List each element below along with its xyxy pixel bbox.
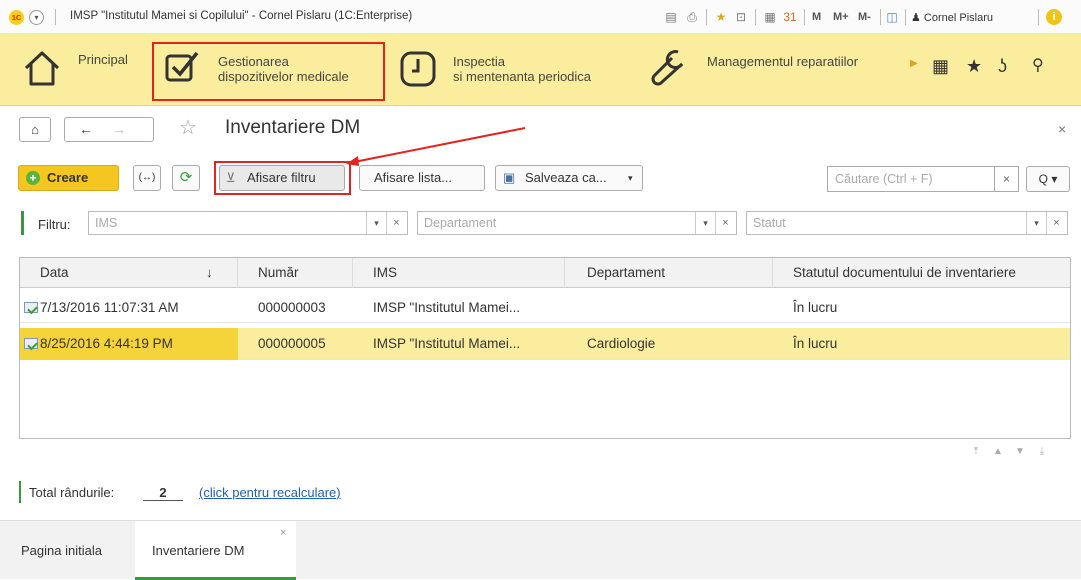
dropdown-icon: ▾	[628, 173, 633, 183]
refresh-button[interactable]: ⟳	[172, 165, 200, 191]
create-button[interactable]: + Creare	[18, 165, 119, 191]
dropdown-icon[interactable]: ▾	[366, 212, 386, 234]
section-label-line2: si mentenanta periodica	[453, 69, 592, 84]
filter-highlight-box	[214, 161, 351, 195]
links-icon[interactable]: ⊡	[733, 9, 749, 25]
scroll-last-icon[interactable]: ⤓	[1032, 442, 1052, 462]
table-header: Data ↓ Număr IMS Departament Statutul doc…	[20, 258, 1070, 288]
clock-icon	[400, 51, 436, 87]
clear-icon[interactable]: ×	[1046, 212, 1066, 234]
document-posted-icon	[24, 338, 38, 349]
search-button[interactable]: Q ▾	[1026, 166, 1070, 192]
ims-filter-field[interactable]: IMS ▾ ×	[88, 211, 408, 235]
user-name-label: Cornel Pislaru	[923, 12, 994, 24]
section-label: Managementul reparatiilor	[707, 54, 859, 69]
row-status: În lucru	[793, 336, 838, 351]
column-header-date[interactable]: Data ↓	[20, 258, 238, 288]
favorites-star-icon[interactable]: ★	[966, 56, 982, 76]
row-ims: IMSP "Institutul Mamei...	[373, 336, 521, 351]
documents-table: Data ↓ Număr IMS Departament Statutul doc…	[19, 257, 1071, 439]
output-list-button[interactable]: (↔)	[133, 165, 161, 191]
calculator-icon[interactable]: ▦	[762, 9, 778, 25]
department-filter-field[interactable]: Departament ▾ ×	[417, 211, 737, 235]
title-separator	[55, 9, 56, 25]
column-header-number[interactable]: Număr	[238, 258, 353, 288]
save-icon[interactable]: ▤	[663, 9, 679, 25]
tab-pagina-initiala[interactable]: Pagina initiala	[0, 521, 135, 580]
title-bar: 1C ▾ IMSP "Institutul Mamei si Copilului…	[0, 0, 1081, 34]
close-form-icon[interactable]: ×	[1058, 121, 1066, 137]
section-label: Principal	[78, 52, 128, 67]
section-scroll-icon[interactable]: ▶	[910, 58, 918, 69]
filter-marker	[21, 211, 24, 235]
history-icon[interactable]: ʖ	[998, 56, 1007, 76]
wrench-icon	[651, 50, 684, 86]
favorites-icon[interactable]: ★	[713, 9, 729, 25]
table-row-selected[interactable]: 8/25/2016 4:44:19 PM 000000005 IMSP "Ins…	[20, 328, 1070, 360]
info-icon[interactable]: i	[1046, 9, 1062, 25]
show-list-button[interactable]: Afisare lista...	[359, 165, 485, 191]
search-sections-icon[interactable]: ⚲	[1032, 56, 1044, 76]
favorite-star-icon[interactable]: ☆	[179, 116, 197, 140]
search-clear-button[interactable]: ×	[995, 166, 1019, 192]
window-layout-icon[interactable]: ◫	[884, 9, 900, 25]
total-marker	[19, 481, 21, 503]
column-header-ims[interactable]: IMS	[353, 258, 565, 288]
section-inspection[interactable]: Inspectia si mentenanta periodica	[395, 34, 630, 104]
row-department: Cardiologie	[587, 336, 656, 351]
row-status: În lucru	[793, 300, 838, 315]
clear-icon[interactable]: ×	[715, 212, 735, 234]
clear-icon[interactable]: ×	[386, 212, 406, 234]
dropdown-icon[interactable]: ▾	[1026, 212, 1046, 234]
row-date: 8/25/2016 4:44:19 PM	[40, 336, 173, 351]
scroll-down-icon[interactable]: ▼	[1010, 442, 1030, 462]
home-button[interactable]: ⌂	[19, 117, 51, 142]
sort-down-icon: ↓	[206, 265, 213, 280]
close-tab-icon[interactable]: ×	[280, 504, 286, 563]
row-date: 7/13/2016 11:07:31 AM	[40, 300, 179, 315]
main-menu-icon[interactable]: ▾	[29, 10, 44, 25]
memory-button[interactable]: M	[812, 11, 821, 23]
window-title: IMSP "Institutul Mamei si Copilului" - C…	[70, 10, 413, 22]
table-row[interactable]: 7/13/2016 11:07:31 AM 000000003 IMSP "In…	[20, 293, 1070, 323]
user-name[interactable]: ♟ Cornel Pislaru	[911, 11, 993, 24]
calendar-icon[interactable]: 31	[782, 9, 798, 25]
column-header-status[interactable]: Statutul documentului de inventariere	[773, 258, 1070, 288]
row-number: 000000003	[258, 300, 326, 315]
status-filter-field[interactable]: Statut ▾ ×	[746, 211, 1068, 235]
print-icon[interactable]: ⎙	[684, 9, 700, 25]
search-icon: Q	[1038, 172, 1048, 186]
memory-plus-button[interactable]: M+	[833, 11, 849, 23]
app-logo-icon: 1C	[9, 10, 24, 25]
row-ims: IMSP "Institutul Mamei...	[373, 300, 521, 315]
scroll-up-icon[interactable]: ▲	[988, 442, 1008, 462]
annotation-arrow	[346, 127, 526, 166]
recalculate-link[interactable]: (click pentru recalculare)	[199, 485, 341, 500]
column-header-department[interactable]: Departament	[565, 258, 773, 288]
filter-label: Filtru:	[38, 217, 71, 232]
search-input[interactable]: Căutare (Ctrl + F)	[827, 166, 995, 192]
section-highlight-box	[152, 42, 385, 101]
floppy-icon: ▣	[503, 170, 516, 185]
scroll-first-icon[interactable]: ⤒	[966, 442, 986, 462]
plus-icon: +	[26, 171, 40, 185]
back-arrow-icon[interactable]: ←	[79, 121, 93, 137]
section-repairs[interactable]: Managementul reparatiilor	[640, 34, 900, 104]
memory-minus-button[interactable]: M-	[858, 11, 871, 23]
total-label: Total rândurile:	[29, 485, 115, 500]
total-value: 2	[143, 485, 183, 501]
all-functions-icon[interactable]: ▦	[932, 56, 949, 76]
document-posted-icon	[24, 302, 38, 313]
nav-buttons: ← →	[64, 117, 154, 142]
row-department	[587, 293, 767, 323]
home-icon	[24, 51, 60, 86]
forward-arrow-icon[interactable]: →	[112, 121, 126, 137]
save-as-button[interactable]: ▣ Salveaza ca... ▾	[495, 165, 643, 191]
row-number: 000000005	[258, 336, 326, 351]
dropdown-icon[interactable]: ▾	[695, 212, 715, 234]
tab-inventariere-dm[interactable]: Inventariere DM ×	[135, 521, 296, 580]
section-principal[interactable]: Principal	[0, 34, 150, 104]
open-windows-bar: Pagina initiala Inventariere DM ×	[0, 520, 1081, 580]
section-label-line1: Inspectia	[453, 54, 506, 69]
